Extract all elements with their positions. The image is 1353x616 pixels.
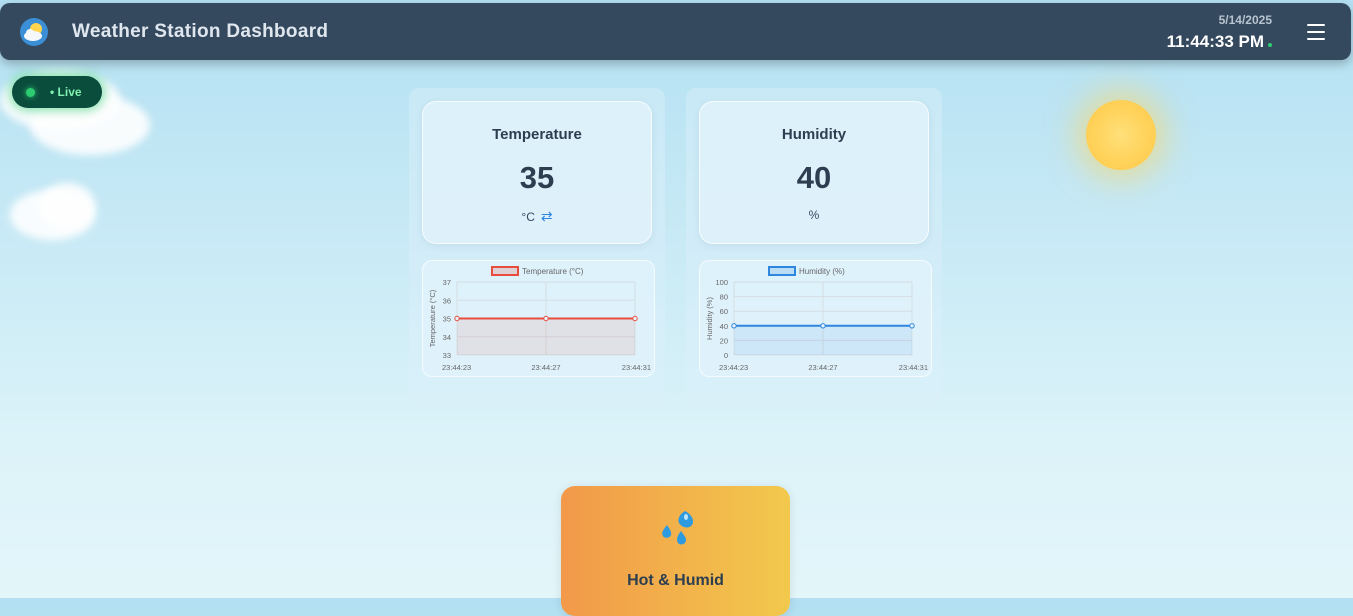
data-point	[632, 315, 638, 322]
swap-arrows-icon[interactable]: ⇄	[541, 208, 553, 224]
y-tick-label: 0	[724, 351, 728, 360]
y-axis-label: Temperature (°C)	[428, 289, 437, 347]
weather-logo-icon	[20, 18, 48, 46]
legend-label: Humidity (%)	[799, 267, 845, 276]
y-tick-label: 40	[720, 322, 728, 331]
y-tick-label: 60	[720, 307, 728, 316]
y-tick-label: 80	[720, 293, 728, 302]
weather-condition-card: Hot & Humid	[561, 486, 790, 616]
temperature-chart-svg: Temperature (°C) 37 36 35 34 33 23:44:23 23:44:…	[428, 266, 651, 372]
x-tick-label: 23:44:23	[719, 363, 748, 372]
series-area	[457, 318, 635, 355]
y-tick-label: 36	[443, 296, 451, 305]
temperature-unit: °C	[521, 210, 535, 224]
temperature-value: 35	[519, 160, 555, 195]
app-title: Weather Station Dashboard	[72, 21, 329, 42]
humidity-chart: Humidity (%) 100 80 60 40 20 0 23:44:23 23:44:27…	[699, 260, 932, 377]
temperature-chart: Temperature (°C) 37 36 35 34 33 23:44:23 23:44:…	[422, 260, 655, 377]
y-tick-label: 33	[443, 351, 451, 360]
y-tick-label: 34	[443, 333, 451, 342]
humidity-title: Humidity	[781, 126, 847, 143]
temperature-panel: Temperature 35 °C ⇄ Temperature (°C) 37 36 3…	[409, 88, 665, 405]
data-point	[820, 323, 826, 329]
data-point	[731, 323, 737, 329]
temperature-card: Temperature 35 °C ⇄	[422, 101, 652, 244]
current-time: 11:44:33 PM	[1166, 32, 1264, 51]
live-indicator-dot	[26, 88, 35, 97]
x-tick-label: 23:44:23	[442, 363, 471, 372]
y-tick-label: 20	[720, 336, 728, 345]
y-axis-label: Humidity (%)	[705, 297, 714, 340]
current-date: 5/14/2025	[1218, 13, 1272, 27]
x-tick-label: 23:44:27	[808, 363, 837, 372]
data-point	[543, 315, 549, 322]
legend-label: Temperature (°C)	[522, 267, 584, 276]
series-area	[734, 325, 912, 355]
x-tick-label: 23:44:27	[531, 363, 560, 372]
cloud-decoration	[40, 183, 95, 228]
legend-swatch	[491, 266, 519, 276]
data-point	[454, 315, 460, 322]
clock-status-dot	[1268, 43, 1272, 47]
sun-decoration	[1086, 100, 1156, 170]
y-tick-label: 100	[715, 278, 728, 287]
humidity-unit: %	[808, 208, 820, 222]
x-tick-label: 23:44:31	[622, 363, 651, 372]
humidity-panel: Humidity 40 % Humidity (%) 100 80 60 40 20 0 23…	[686, 88, 942, 405]
hamburger-menu-icon[interactable]	[1307, 24, 1325, 42]
humidity-chart-svg: Humidity (%) 100 80 60 40 20 0 23:44:23 23:44:27…	[705, 266, 928, 372]
legend-swatch	[768, 266, 796, 276]
humidity-value: 40	[796, 160, 832, 195]
live-status-label: • Live	[50, 85, 82, 99]
data-point	[909, 323, 915, 329]
live-status-badge: • Live	[12, 76, 102, 108]
top-navbar: Weather Station Dashboard 5/14/2025 11:4…	[0, 3, 1351, 60]
y-tick-label: 37	[443, 278, 451, 287]
weather-condition-label: Hot & Humid	[627, 572, 724, 589]
temperature-title: Temperature	[492, 126, 582, 143]
droplets-icon	[657, 508, 697, 548]
y-tick-label: 35	[443, 315, 451, 324]
x-tick-label: 23:44:31	[899, 363, 928, 372]
temperature-unit-row: °C ⇄	[423, 208, 651, 225]
humidity-card: Humidity 40 %	[699, 101, 929, 244]
